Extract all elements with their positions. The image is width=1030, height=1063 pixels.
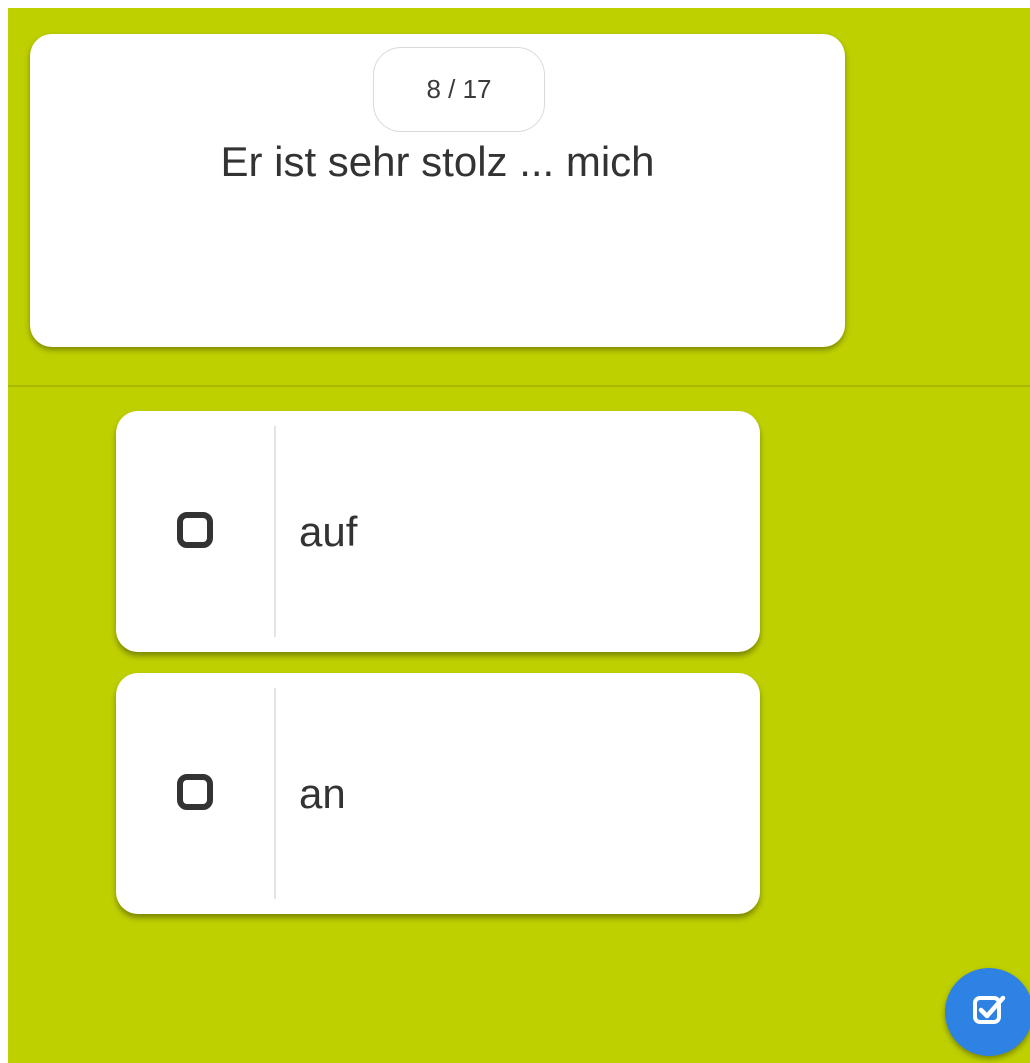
answer-label: an bbox=[299, 770, 346, 817]
checkbox-icon[interactable] bbox=[177, 512, 213, 548]
divider bbox=[8, 385, 1030, 387]
question-counter: 8 / 17 bbox=[373, 47, 545, 132]
question-text: Er ist sehr stolz ... mich bbox=[220, 138, 655, 185]
answer-option-auf[interactable]: auf bbox=[116, 411, 760, 652]
answer-label: auf bbox=[299, 508, 358, 555]
option-separator bbox=[274, 688, 276, 899]
quiz-stage: 8 / 17 Er ist sehr stolz ... mich auf an bbox=[8, 8, 1030, 1063]
answer-option-an[interactable]: an bbox=[116, 673, 760, 914]
checkbox-icon[interactable] bbox=[177, 774, 213, 810]
option-separator bbox=[274, 426, 276, 637]
question-card: 8 / 17 Er ist sehr stolz ... mich bbox=[30, 34, 845, 347]
submit-answer-button[interactable] bbox=[945, 968, 1030, 1056]
checkbox-check-icon bbox=[973, 995, 1006, 1024]
